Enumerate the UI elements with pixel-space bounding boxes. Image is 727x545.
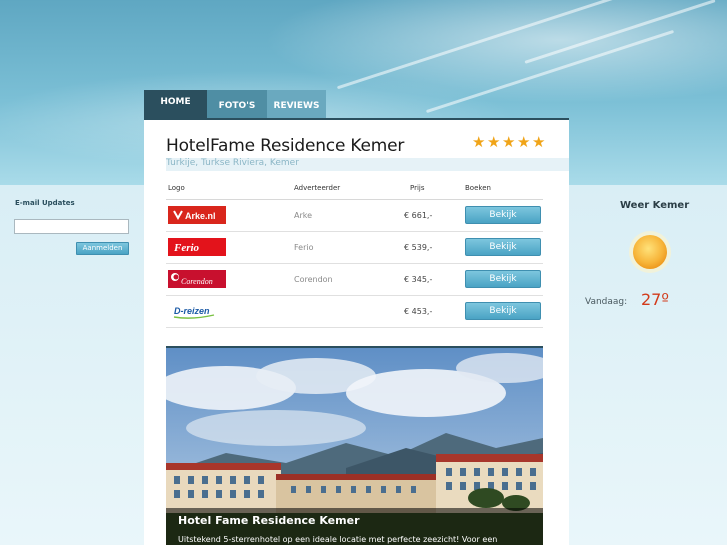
view-offer-button[interactable]: Bekijk <box>465 206 541 224</box>
svg-text:D-reizen: D-reizen <box>174 306 210 316</box>
subscribe-button[interactable]: Aanmelden <box>76 242 129 255</box>
offers-table: Logo Adverteerder Prijs Boeken Arke.nl A… <box>166 180 543 328</box>
star-icon: ★ <box>517 133 531 151</box>
svg-text:Ferio: Ferio <box>173 242 200 254</box>
table-row: Arke.nl Arke € 661,- Bekijk <box>166 200 543 232</box>
photo-caption: Hotel Fame Residence Kemer Uitstekend 5-… <box>166 508 543 545</box>
price: € 539,- <box>404 243 433 252</box>
view-offer-button[interactable]: Bekijk <box>465 302 541 320</box>
price: € 345,- <box>404 275 433 284</box>
hotel-photo[interactable]: Hotel Fame Residence Kemer Uitstekend 5-… <box>166 346 543 545</box>
left-sidebar <box>0 185 144 545</box>
advertiser-name: Arke <box>294 211 313 220</box>
hotel-location: Turkije, Turkse Riviera, Kemer <box>166 158 299 168</box>
star-rating: ★ ★ ★ ★ ★ <box>472 133 546 151</box>
table-header: Logo Adverteerder Prijs Boeken <box>166 180 543 200</box>
advertiser-name: Ferio <box>294 243 314 252</box>
header-advertiser: Adverteerder <box>294 184 341 192</box>
star-icon: ★ <box>532 133 546 151</box>
temperature: 27º <box>641 290 669 309</box>
tab-reviews[interactable]: REVIEWS <box>267 90 326 118</box>
arke-logo[interactable]: Arke.nl <box>168 206 226 224</box>
ferio-logo[interactable]: Ferio <box>168 238 226 256</box>
email-updates-label: E-mail Updates <box>15 199 75 207</box>
today-label: Vandaag: <box>585 297 628 307</box>
location-bar: Turkije, Turkse Riviera, Kemer <box>166 158 569 171</box>
tab-home[interactable]: HOME <box>144 90 207 118</box>
weather-title: Weer Kemer <box>620 200 690 211</box>
corendon-logo[interactable]: Corendon <box>168 270 226 288</box>
svg-text:Arke.nl: Arke.nl <box>185 211 216 221</box>
sun-icon <box>629 231 671 273</box>
header-price: Prijs <box>410 184 425 192</box>
price: € 453,- <box>404 307 433 316</box>
header-logo: Logo <box>168 184 185 192</box>
table-row: D-reizen € 453,- Bekijk <box>166 296 543 328</box>
email-field[interactable] <box>14 219 129 234</box>
caption-title: Hotel Fame Residence Kemer <box>178 514 360 527</box>
star-icon: ★ <box>487 133 501 151</box>
sky-light-streak <box>524 0 716 64</box>
star-icon: ★ <box>502 133 516 151</box>
sky-light-streak <box>425 29 675 114</box>
star-icon: ★ <box>472 133 486 151</box>
d-reizen-logo[interactable]: D-reizen <box>168 302 226 320</box>
advertiser-name: Corendon <box>294 275 333 284</box>
caption-text: Uitstekend 5-sterrenhotel op een ideale … <box>178 535 498 544</box>
page-title: HotelFame Residence Kemer <box>166 136 405 156</box>
price: € 661,- <box>404 211 433 220</box>
header-book: Boeken <box>465 184 491 192</box>
table-row: Corendon Corendon € 345,- Bekijk <box>166 264 543 296</box>
svg-text:Corendon: Corendon <box>181 277 213 286</box>
table-row: Ferio Ferio € 539,- Bekijk <box>166 232 543 264</box>
main-nav: HOME FOTO'S REVIEWS <box>144 90 326 118</box>
main-content: HotelFame Residence Kemer ★ ★ ★ ★ ★ Turk… <box>144 118 569 545</box>
view-offer-button[interactable]: Bekijk <box>465 270 541 288</box>
tab-fotos[interactable]: FOTO'S <box>207 90 267 118</box>
view-offer-button[interactable]: Bekijk <box>465 238 541 256</box>
